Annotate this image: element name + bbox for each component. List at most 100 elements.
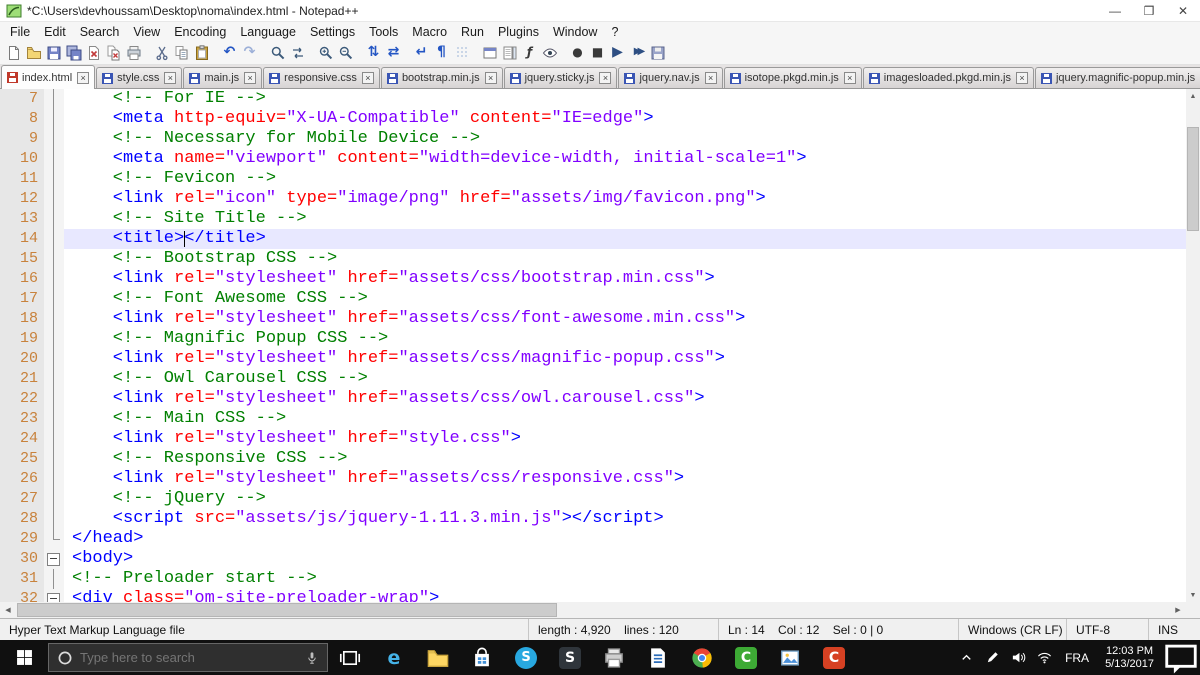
code-line[interactable]: 18<link rel="stylesheet" href="assets/cs… <box>0 309 1186 329</box>
code-line[interactable]: 27<!-- jQuery --> <box>0 489 1186 509</box>
code-line[interactable]: 20<link rel="stylesheet" href="assets/cs… <box>0 349 1186 369</box>
code-text[interactable]: <link rel="stylesheet" href="assets/css/… <box>64 269 1186 289</box>
tab-main.js[interactable]: main.js× <box>183 67 262 88</box>
code-text[interactable]: <!-- Owl Carousel CSS --> <box>64 369 1186 389</box>
action-center-icon[interactable] <box>1162 639 1200 675</box>
code-text[interactable]: <!-- Necessary for Mobile Device --> <box>64 129 1186 149</box>
code-text[interactable]: <body> <box>64 549 1186 569</box>
document-map-icon[interactable] <box>500 43 519 62</box>
code-text[interactable]: <link rel="stylesheet" href="assets/css/… <box>64 349 1186 369</box>
show-all-characters-icon[interactable]: ¶ <box>432 43 451 62</box>
paste-icon[interactable] <box>192 43 211 62</box>
code-line[interactable]: 11<!-- Fevicon --> <box>0 169 1186 189</box>
status-insert-mode[interactable]: INS <box>1148 619 1200 640</box>
language-indicator[interactable]: FRA <box>1057 651 1097 665</box>
code-text[interactable]: <!-- Preloader start --> <box>64 569 1186 589</box>
code-line[interactable]: 13<!-- Site Title --> <box>0 209 1186 229</box>
tab-responsive.css[interactable]: responsive.css× <box>263 67 380 88</box>
close-doc-icon[interactable] <box>84 43 103 62</box>
code-line[interactable]: 12<link rel="icon" type="image/png" href… <box>0 189 1186 209</box>
code-line[interactable]: 23<!-- Main CSS --> <box>0 409 1186 429</box>
skype-icon[interactable]: S <box>504 640 548 675</box>
hidden-icons-chevron-icon[interactable] <box>953 650 979 665</box>
menu-item-plugins[interactable]: Plugins <box>491 23 546 41</box>
playback-macro-icon[interactable]: ▶ <box>608 43 627 62</box>
vertical-scroll-thumb[interactable] <box>1187 127 1199 231</box>
menu-item-search[interactable]: Search <box>73 23 127 41</box>
camtasia-studio-icon[interactable]: C <box>724 640 768 675</box>
code-text[interactable]: <meta http-equiv="X-UA-Compatible" conte… <box>64 109 1186 129</box>
code-line[interactable]: 21<!-- Owl Carousel CSS --> <box>0 369 1186 389</box>
windows-ink-pen-icon[interactable] <box>979 650 1005 665</box>
menu-item-view[interactable]: View <box>126 23 167 41</box>
steam-icon[interactable]: S <box>548 640 592 675</box>
scroll-down-arrow-icon[interactable]: ▼ <box>1186 588 1200 602</box>
code-text[interactable]: <script src="assets/js/jquery-1.11.3.min… <box>64 509 1186 529</box>
horizontal-scroll-thumb[interactable] <box>17 603 557 617</box>
tab-close-icon[interactable]: × <box>599 72 611 84</box>
tab-jquery.sticky.js[interactable]: jquery.sticky.js× <box>504 67 618 88</box>
code-line[interactable]: 10<meta name="viewport" content="width=d… <box>0 149 1186 169</box>
save-macro-icon[interactable] <box>648 43 667 62</box>
code-line[interactable]: 29</head> <box>0 529 1186 549</box>
code-line[interactable]: 25<!-- Responsive CSS --> <box>0 449 1186 469</box>
code-text[interactable]: <!-- jQuery --> <box>64 489 1186 509</box>
stop-recording-icon[interactable]: ■ <box>588 43 607 62</box>
store-icon[interactable] <box>460 640 504 675</box>
fold-collapse-icon[interactable] <box>44 549 64 569</box>
chrome-icon[interactable] <box>680 640 724 675</box>
code-text[interactable]: <!-- Responsive CSS --> <box>64 449 1186 469</box>
code-text[interactable]: <link rel="stylesheet" href="style.css"> <box>64 429 1186 449</box>
menu-item-language[interactable]: Language <box>233 23 303 41</box>
code-text[interactable]: <link rel="stylesheet" href="assets/css/… <box>64 389 1186 409</box>
menu-item-tools[interactable]: Tools <box>362 23 405 41</box>
horizontal-scrollbar[interactable]: ◀ ▶ <box>0 602 1186 618</box>
menu-item-run[interactable]: Run <box>454 23 491 41</box>
close-all-icon[interactable] <box>104 43 123 62</box>
editor-area[interactable]: 7<!-- For IE -->8<meta http-equiv="X-UA-… <box>0 89 1200 618</box>
file-explorer-icon[interactable] <box>416 640 460 675</box>
find-icon[interactable] <box>268 43 287 62</box>
tab-bootstrap.min.js[interactable]: bootstrap.min.js× <box>381 67 503 88</box>
status-encoding[interactable]: UTF-8 <box>1066 619 1148 640</box>
sync-vertical-scroll-icon[interactable]: ⇅ <box>364 43 383 62</box>
tab-jquery.nav.js[interactable]: jquery.nav.js× <box>618 67 722 88</box>
vertical-scrollbar[interactable]: ▲ ▼ <box>1186 89 1200 602</box>
code-line[interactable]: 17<!-- Font Awesome CSS --> <box>0 289 1186 309</box>
zoom-in-icon[interactable] <box>316 43 335 62</box>
task-view-button[interactable] <box>328 640 372 675</box>
edge-icon[interactable]: e <box>372 640 416 675</box>
tab-close-icon[interactable]: × <box>244 72 256 84</box>
code-line[interactable]: 9<!-- Necessary for Mobile Device --> <box>0 129 1186 149</box>
code-line[interactable]: 30<body> <box>0 549 1186 569</box>
menu-item-encoding[interactable]: Encoding <box>167 23 233 41</box>
open-file-icon[interactable] <box>24 43 43 62</box>
code-text[interactable]: </head> <box>64 529 1186 549</box>
monitoring-icon[interactable] <box>540 43 559 62</box>
scroll-up-arrow-icon[interactable]: ▲ <box>1186 89 1200 103</box>
print-icon[interactable] <box>124 43 143 62</box>
run-macro-multiple-icon[interactable]: ▶▶ <box>628 43 647 62</box>
tab-jquery.magnific-popup.min.js[interactable]: jquery.magnific-popup.min.js× <box>1035 67 1200 88</box>
sync-horizontal-scroll-icon[interactable]: ⇄ <box>384 43 403 62</box>
user-defined-dialog-icon[interactable] <box>480 43 499 62</box>
code-text[interactable]: <!-- Magnific Popup CSS --> <box>64 329 1186 349</box>
tab-close-icon[interactable]: × <box>844 72 856 84</box>
undo-icon[interactable]: ↶ <box>220 43 239 62</box>
cut-icon[interactable] <box>152 43 171 62</box>
clock[interactable]: 12:03 PM 5/13/2017 <box>1097 645 1162 671</box>
document-app-icon[interactable] <box>636 640 680 675</box>
tab-close-icon[interactable]: × <box>485 72 497 84</box>
code-line[interactable]: 19<!-- Magnific Popup CSS --> <box>0 329 1186 349</box>
code-line[interactable]: 28<script src="assets/js/jquery-1.11.3.m… <box>0 509 1186 529</box>
minimize-button[interactable]: — <box>1098 0 1132 21</box>
menu-item-[interactable]: ? <box>604 23 625 41</box>
taskbar-search-input[interactable] <box>80 650 298 665</box>
code-text[interactable]: <title></title> <box>64 229 1186 249</box>
microphone-icon[interactable] <box>305 651 319 665</box>
word-wrap-icon[interactable]: ↵ <box>412 43 431 62</box>
code-line[interactable]: 22<link rel="stylesheet" href="assets/cs… <box>0 389 1186 409</box>
tab-index.html[interactable]: index.html× <box>1 65 95 89</box>
fold-collapse-icon[interactable] <box>44 589 64 602</box>
menu-item-macro[interactable]: Macro <box>405 23 454 41</box>
